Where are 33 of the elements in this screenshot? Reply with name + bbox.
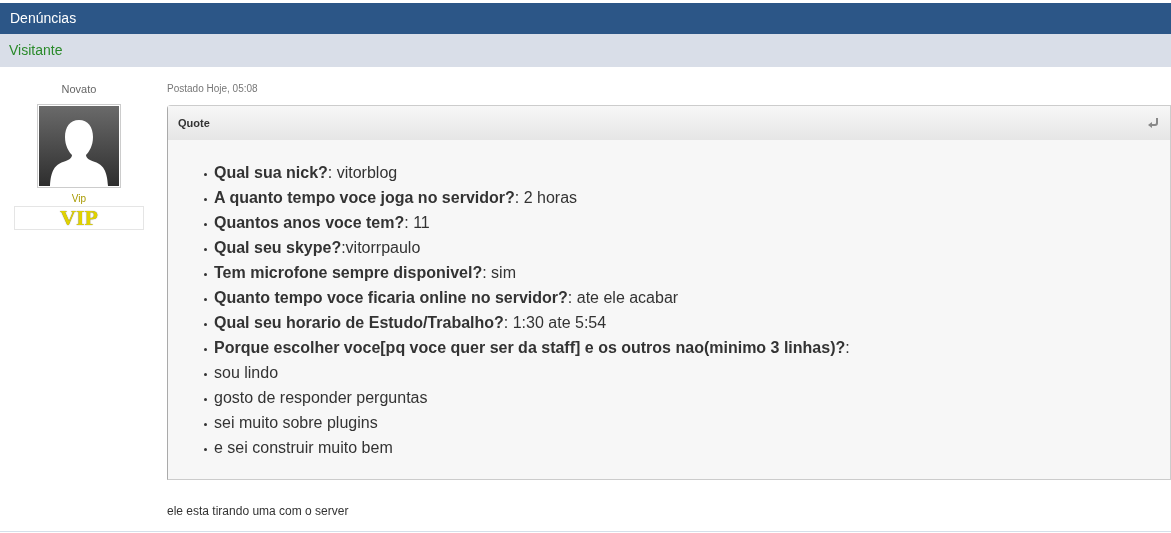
badge-text: VIP — [60, 206, 98, 229]
bullet-icon — [204, 198, 207, 201]
member-rank: Novato — [61, 82, 97, 97]
quote-line: sou lindo — [214, 362, 279, 383]
post-date: Postado Hoje, 05:08 — [167, 82, 259, 96]
bullet-icon — [204, 273, 207, 276]
quote-line: Tem microfone sempre disponivel?: sim — [214, 262, 516, 283]
quote-line: Quanto tempo voce ficaria online no servidor?: ate ele acabar — [214, 287, 679, 308]
bullet-icon — [204, 348, 207, 351]
member-group: Vip — [71, 190, 87, 206]
bullet-icon — [204, 298, 207, 301]
quote-line: sei muito sobre plugins — [214, 412, 378, 433]
quote-line: Qual sua nick?: vitorblog — [214, 162, 398, 183]
bullet-icon — [204, 423, 207, 426]
bullet-icon — [204, 173, 207, 176]
bullet-icon — [204, 323, 207, 326]
bullet-icon — [204, 398, 207, 401]
quote-line: Qual seu skype?:vitorrpaulo — [214, 237, 421, 258]
bullet-icon — [204, 223, 207, 226]
author-name[interactable]: Visitante — [9, 40, 63, 61]
quote-line: gosto de responder perguntas — [214, 387, 428, 408]
post-body: ele esta tirando uma com o server — [167, 503, 350, 520]
quote-line: e sei construir muito bem — [214, 437, 393, 458]
reply-arrow-icon[interactable] — [1148, 118, 1160, 128]
bullet-icon — [204, 373, 207, 376]
header-title: Denúncias — [10, 9, 77, 28]
quote-line: A quanto tempo voce joga no servidor?: 2 horas — [214, 187, 578, 208]
quote-line: Quantos anos voce tem?: 11 — [214, 212, 430, 233]
quote-title: Quote — [178, 115, 210, 131]
quote-line: Qual seu horario de Estudo/Trabalho?: 1:30 ate 5:54 — [214, 312, 607, 333]
bullet-icon — [204, 448, 207, 451]
bullet-icon — [204, 248, 207, 251]
quote-line: Porque escolher voce[pq voce quer ser da staff] e os outros nao(minimo 3 linhas)?: — [214, 337, 850, 358]
